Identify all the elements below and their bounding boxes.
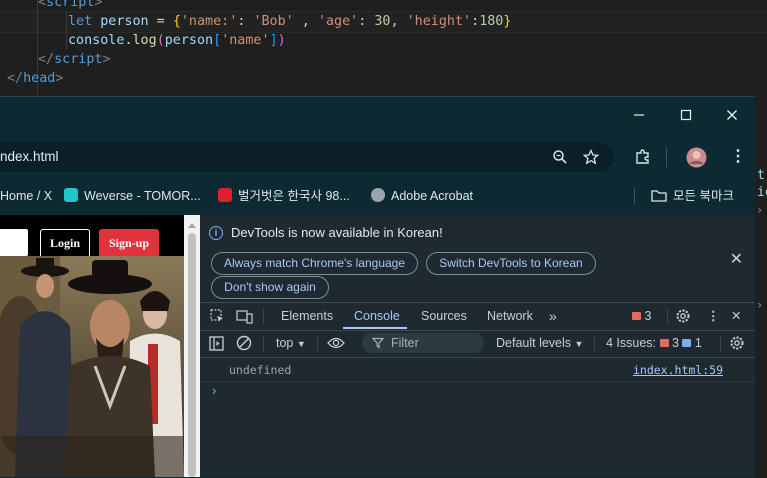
close-icon [727,110,737,120]
tving-icon [218,188,232,202]
minimize-button[interactable] [619,105,659,129]
devtools-menu-icon[interactable]: ⋮ [707,303,720,330]
bookmark-star-icon[interactable] [582,148,600,170]
toolbar-separator [263,309,264,324]
search-input[interactable] [0,229,28,256]
log-levels-dropdown[interactable]: Default levels ▼ [496,330,583,358]
toolbar-separator [263,336,264,351]
device-toolbar-icon[interactable] [236,309,253,327]
url-text[interactable]: ndex.html [0,142,59,172]
active-tab-indicator [343,327,407,329]
code-line-script-close: </script> [38,52,111,67]
console-output-text: undefined [229,363,292,377]
language-infobar: i DevTools is now available in Korean! A… [200,215,755,302]
globe-icon [371,188,385,202]
zoom-icon[interactable] [552,149,568,170]
inspect-element-icon[interactable] [210,309,225,327]
close-devtools-icon[interactable]: ✕ [731,303,741,330]
sidebar-toggle-icon[interactable] [209,336,224,354]
context-selector[interactable]: top ▼ [276,330,306,358]
bookmark-label: Adobe Acrobat [391,189,474,203]
issues-counter[interactable]: 4 Issues: 3 1 [606,330,702,357]
scroll-up-arrow-icon[interactable] [188,223,196,228]
tab-network[interactable]: Network [487,303,533,330]
page-viewport: Login Sign-up [0,215,184,477]
info-icon: i [209,226,223,240]
bookmarks-bar: Home / X Weverse - TOMOR... 벌거벗은 한국사 98.… [0,181,755,211]
bookmark-label: 벌거벗은 한국사 98... [238,189,350,203]
bookmark-item[interactable]: Adobe Acrobat [371,181,473,211]
extensions-icon[interactable] [634,148,652,171]
code-fragment: io [757,185,767,200]
filter-icon [372,337,384,349]
bookmark-item[interactable]: Home / X [0,181,52,211]
devtools-tabbar: Elements Console Sources Network » 3 ⋮ ✕ [200,302,755,331]
console-settings-gear-icon[interactable] [729,335,745,354]
bookmark-item[interactable]: 벌거벗은 한국사 98... [218,181,350,211]
minimize-icon [634,114,644,116]
close-infobar-icon[interactable]: ✕ [730,249,743,269]
chevron-right-icon: › [756,298,764,312]
console-prompt-icon[interactable]: › [212,383,216,398]
scrollbar-thumb[interactable] [188,233,196,477]
page-scrollbar[interactable] [184,215,200,477]
switch-korean-button[interactable]: Switch DevTools to Korean [426,252,596,275]
toolbar-divider [666,147,667,167]
close-window-button[interactable] [712,105,752,129]
error-badge-icon [632,312,641,320]
tab-console[interactable]: Console [354,303,400,330]
bookmark-label: 모든 북마크 [673,189,734,203]
clear-console-icon[interactable] [236,335,252,354]
address-bar[interactable]: ndex.html [0,142,613,172]
profile-avatar[interactable] [686,147,707,173]
match-language-button[interactable]: Always match Chrome's language [211,252,418,275]
infobar-message: DevTools is now available in Korean! [231,225,443,240]
indent-guide [66,11,67,49]
code-line-console-log: console.log(person['name']) [68,33,286,48]
console-filter-input[interactable]: Filter [362,333,484,353]
hero-poster-image [0,256,184,477]
toolbar-separator [317,336,318,351]
bookmark-label: Weverse - TOMOR... [84,189,201,203]
bookmark-item[interactable]: Weverse - TOMOR... [64,181,201,211]
console-source-link[interactable]: index.html:59 [633,363,723,377]
tab-elements[interactable]: Elements [281,303,333,330]
dropdown-arrow-icon: ▼ [574,339,584,349]
tab-sources[interactable]: Sources [421,303,467,330]
toolbar-separator [667,309,668,324]
dont-show-again-button[interactable]: Don't show again [211,276,329,299]
console-toolbar: top ▼ Filter Default levels ▼ 4 Issues: … [200,330,755,358]
code-fragment: t- [757,168,767,183]
devtools-panel: i DevTools is now available in Korean! A… [200,215,755,477]
bookmarks-divider [634,188,635,204]
code-line-let-person: let person = {'name:': 'Bob' , 'age': 30… [68,14,512,29]
maximize-button[interactable] [666,105,706,129]
dropdown-arrow-icon: ▼ [296,339,306,349]
filter-placeholder: Filter [391,336,419,350]
error-counter[interactable]: 3 [632,303,651,330]
console-message-row: undefined index.html:59 [200,359,755,382]
title-bar[interactable] [0,97,755,137]
chevron-right-icon: › [756,203,764,217]
login-button[interactable]: Login [40,229,90,258]
signup-button[interactable]: Sign-up [99,229,159,258]
toolbar-separator [720,336,721,351]
maximize-icon [680,109,692,121]
menu-kebab-icon[interactable]: ⋮ [730,149,746,165]
folder-icon [651,190,667,202]
settings-gear-icon[interactable] [675,308,691,327]
weverse-icon [64,188,78,202]
issue-error-icon [659,339,669,347]
issue-info-icon [682,339,692,347]
toolbar-separator [594,336,595,351]
more-tabs-icon[interactable]: » [549,303,557,330]
code-line-script-open: <script> [38,0,103,10]
live-expression-eye-icon[interactable] [327,336,345,353]
bookmark-label: Home / X [0,189,53,203]
code-line-head-close: </head> [7,71,64,86]
all-bookmarks-folder[interactable]: 모든 북마크 [651,181,734,211]
